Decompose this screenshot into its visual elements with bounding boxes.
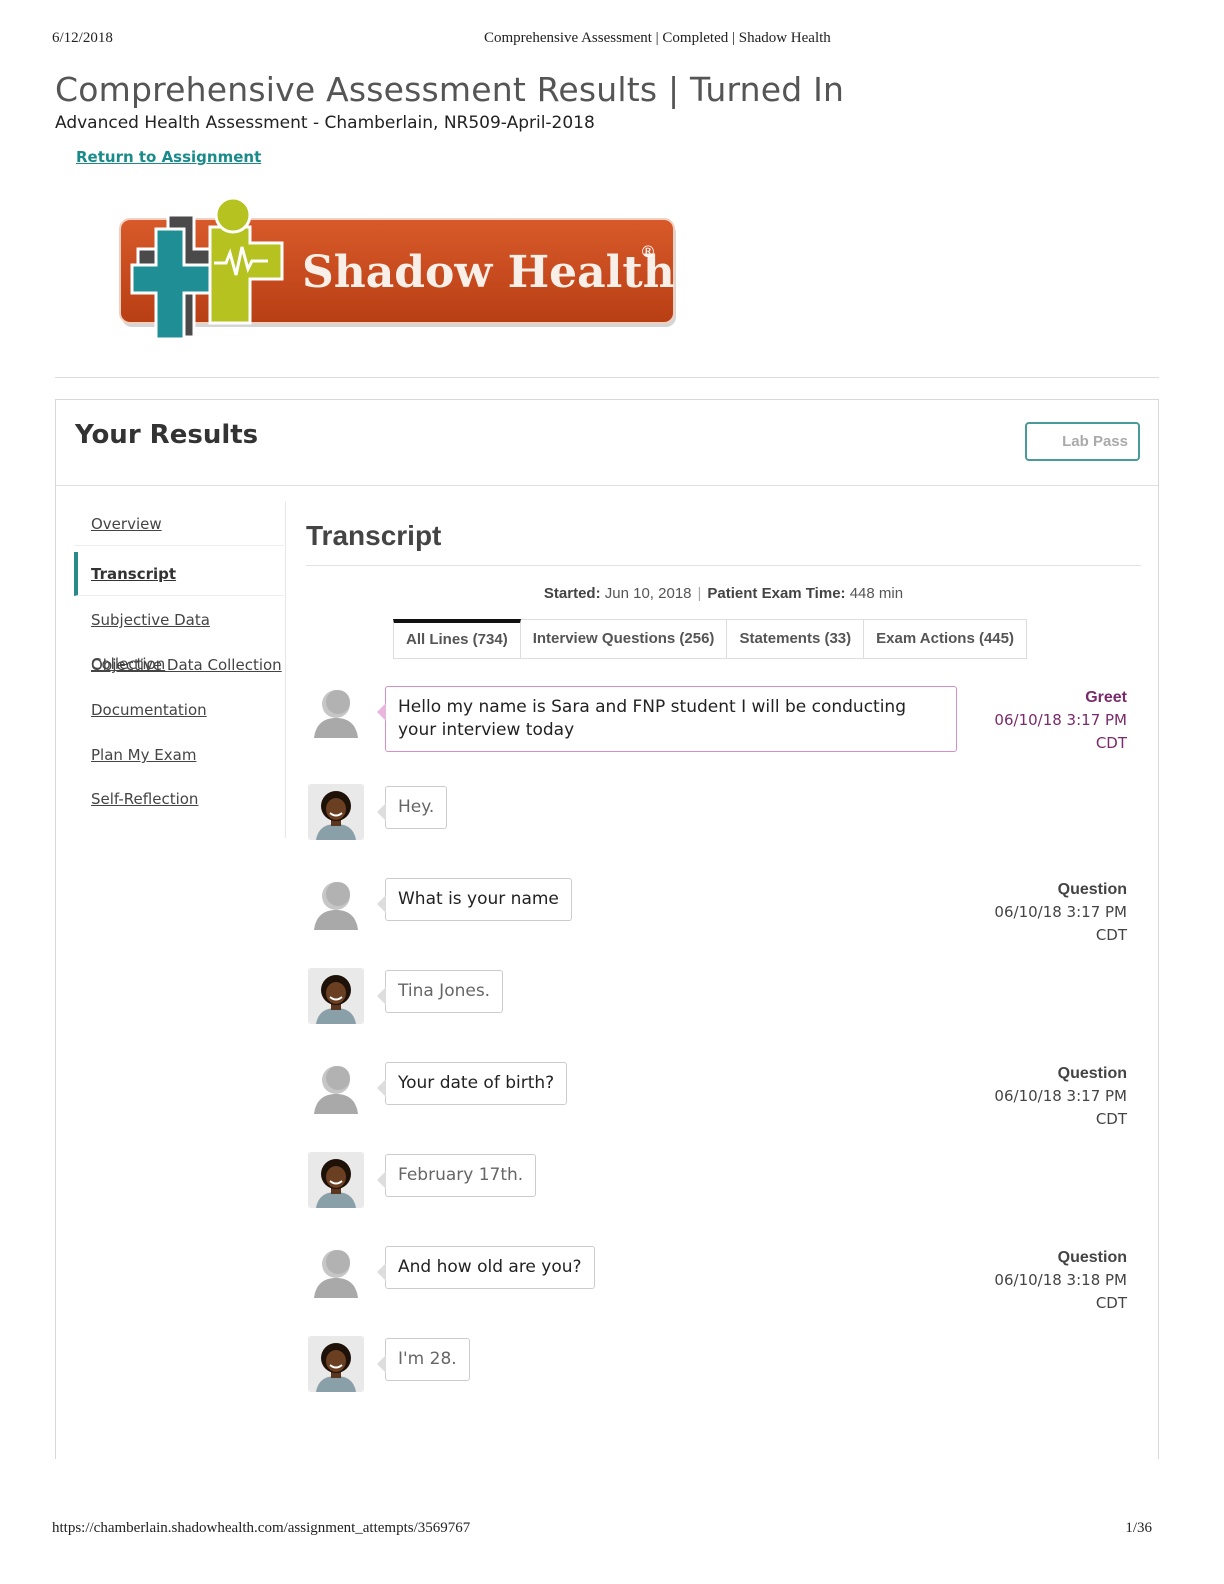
logo-registered-mark: ® [640, 242, 656, 261]
transcript-filter-tabs: All Lines (734) Interview Questions (256… [393, 619, 1027, 659]
print-page-number: 1/36 [1125, 1520, 1152, 1536]
message-bubble: Hey. [376, 786, 448, 829]
message-meta: Question 06/10/18 3:17 PM CDT [994, 878, 1127, 947]
message-bubble: I'm 28. [377, 1338, 470, 1381]
shadow-health-logo: Shadow Health ® [119, 196, 676, 341]
sidebar-item-self-reflection[interactable]: Self-Reflection [74, 777, 284, 821]
header-divider [55, 377, 1159, 378]
sidebar-item-subjective-data-collection[interactable]: Subjective Data Collection [74, 598, 284, 673]
tab-interview-questions[interactable]: Interview Questions (256) [520, 619, 728, 659]
student-silhouette-icon [314, 882, 358, 930]
message-bubble: What is your name [377, 878, 572, 921]
message-time: 06/10/18 3:18 PM [994, 1271, 1127, 1289]
message-tz: CDT [1095, 926, 1127, 944]
patient-avatar-icon [308, 968, 364, 1024]
message-bubble: February 17th. [376, 1154, 537, 1197]
student-silhouette-icon [314, 1066, 358, 1114]
patient-avatar-icon [308, 1336, 364, 1392]
message-type: Greet [1085, 689, 1127, 706]
results-title: Your Results [75, 420, 259, 450]
message-time: 06/10/18 3:17 PM [994, 711, 1127, 729]
results-panel: Your Results Lab Pass Overview Transcrip… [55, 399, 1159, 1459]
student-silhouette-icon [314, 1250, 358, 1298]
message-tz: CDT [1095, 1110, 1127, 1128]
print-title: Comprehensive Assessment | Completed | S… [484, 30, 831, 46]
sidebar-item-documentation[interactable]: Documentation [74, 688, 284, 732]
transcript-panel: Transcript Started: Jun 10, 2018 | Patient… [306, 502, 1141, 1392]
results-header: Your Results Lab Pass [56, 400, 1158, 486]
transcript-line: Hey. [306, 784, 1141, 876]
sidebar-item-objective-data-collection[interactable]: Objective Data Collection [74, 643, 284, 687]
started-label: Started: [543, 585, 601, 602]
patient-avatar-icon [308, 1152, 364, 1208]
transcript-messages: Hello my name is Sara and FNP student I … [306, 684, 1141, 1428]
message-bubble: Your date of birth? [376, 1062, 568, 1105]
results-sidebar: Overview Transcript Subjective Data Coll… [74, 502, 286, 838]
logo-wordmark: Shadow Health [302, 247, 675, 298]
print-header: 6/12/2018 Comprehensive Assessment | Com… [52, 30, 1152, 50]
lab-pass-button[interactable]: Lab Pass [1025, 422, 1140, 461]
message-bubble: Hello my name is Sara and FNP student I … [377, 686, 957, 752]
transcript-line: Tina Jones. [306, 968, 1141, 1060]
sidebar-item-transcript[interactable]: Transcript [74, 552, 284, 596]
exam-time-label: Patient Exam Time: [707, 585, 846, 602]
transcript-line: And how old are you? Question 06/10/18 3… [306, 1244, 1141, 1336]
message-tz: CDT [1095, 734, 1127, 752]
tab-statements[interactable]: Statements (33) [727, 619, 865, 659]
message-meta: Greet 06/10/18 3:17 PM CDT [994, 686, 1127, 755]
print-url: https://chamberlain.shadowhealth.com/ass… [52, 1520, 471, 1536]
message-type: Question [1057, 881, 1127, 898]
message-meta: Question 06/10/18 3:18 PM CDT [994, 1246, 1127, 1315]
transcript-line: February 17th. [306, 1152, 1141, 1244]
transcript-line: Your date of birth? Question 06/10/18 3:… [306, 1060, 1141, 1152]
message-type: Question [1057, 1065, 1127, 1082]
message-bubble: And how old are you? [377, 1246, 595, 1289]
message-bubble: Tina Jones. [376, 970, 504, 1013]
tab-all-lines[interactable]: All Lines (734) [393, 619, 521, 659]
message-tz: CDT [1095, 1294, 1127, 1312]
started-value: Jun 10, 2018 [604, 585, 692, 602]
message-time: 06/10/18 3:17 PM [994, 1087, 1127, 1105]
student-silhouette-icon [314, 690, 358, 738]
transcript-meta: Started: Jun 10, 2018 | Patient Exam Time:… [543, 585, 904, 602]
page-subtitle: Advanced Health Assessment - Chamberlain… [55, 113, 595, 133]
sidebar-item-plan-my-exam[interactable]: Plan My Exam [74, 733, 284, 777]
sidebar-item-overview[interactable]: Overview [74, 502, 284, 546]
page-title: Comprehensive Assessment Results | Turne… [55, 70, 845, 109]
patient-avatar-icon [308, 784, 364, 840]
transcript-line: What is your name Question 06/10/18 3:17… [306, 876, 1141, 968]
message-meta: Question 06/10/18 3:17 PM CDT [994, 1062, 1127, 1131]
exam-time-value: 448 min [849, 585, 904, 602]
transcript-line: I'm 28. [306, 1336, 1141, 1428]
return-to-assignment-link[interactable]: Return to Assignment [76, 148, 261, 166]
transcript-line: Hello my name is Sara and FNP student I … [306, 684, 1141, 784]
message-type: Question [1057, 1249, 1127, 1266]
print-footer: https://chamberlain.shadowhealth.com/ass… [52, 1520, 1152, 1537]
message-time: 06/10/18 3:17 PM [994, 903, 1127, 921]
tab-exam-actions[interactable]: Exam Actions (445) [864, 619, 1027, 659]
transcript-title: Transcript [306, 502, 1141, 566]
print-date: 6/12/2018 [52, 30, 113, 46]
